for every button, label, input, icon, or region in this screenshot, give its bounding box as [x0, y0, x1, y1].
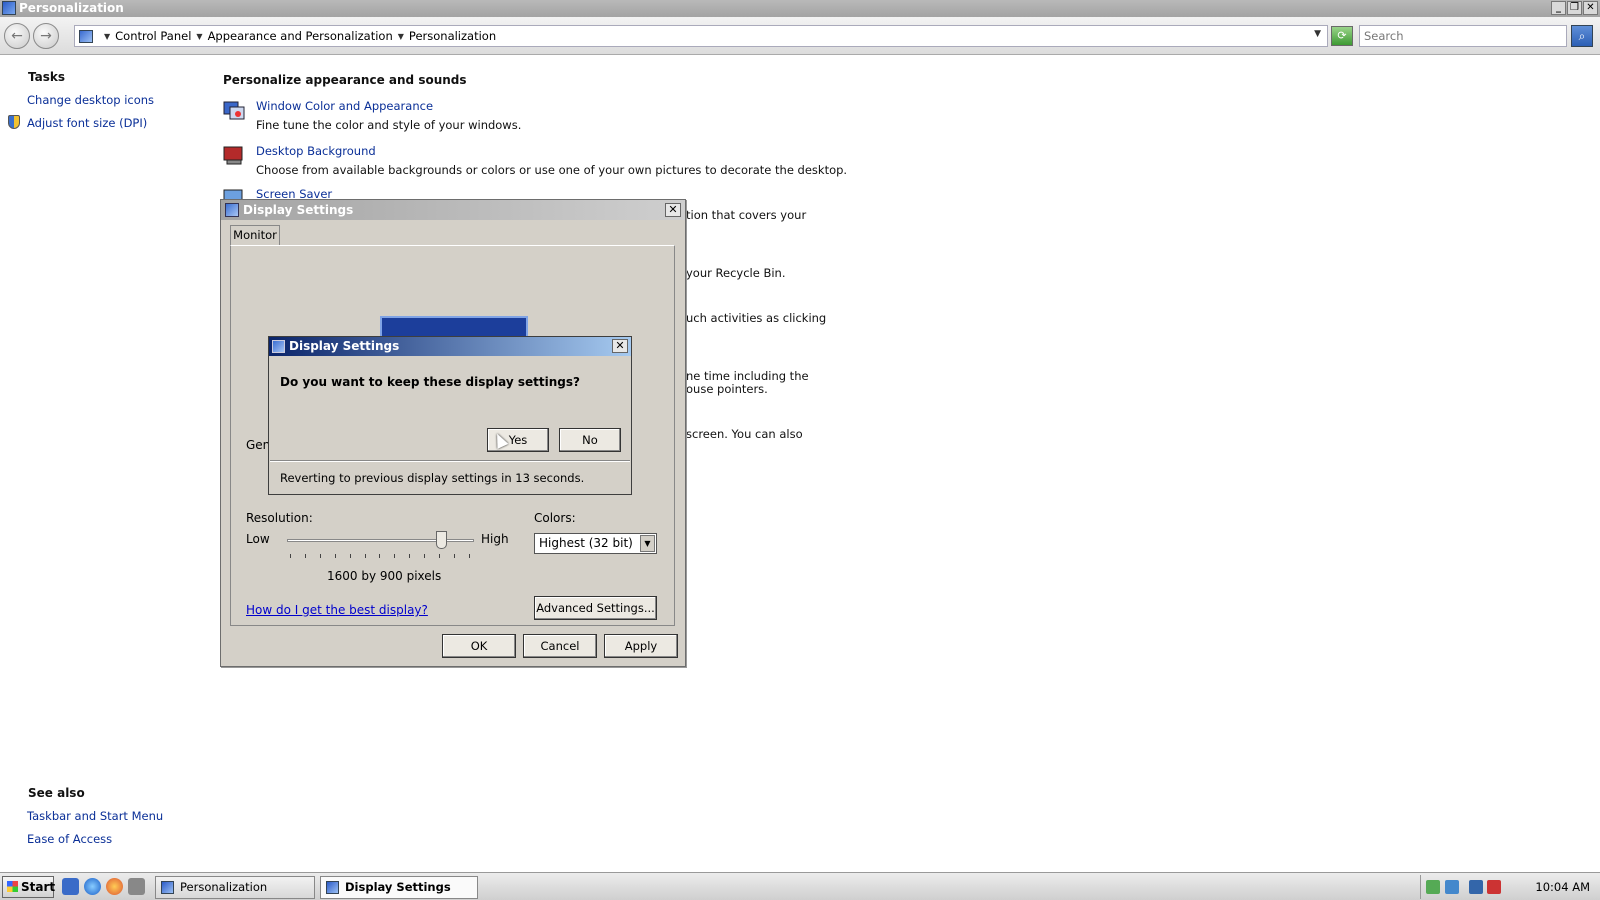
dialog-close-button[interactable]: ✕: [665, 203, 681, 217]
security-icon[interactable]: [1426, 880, 1440, 894]
change-desktop-icons-link[interactable]: Change desktop icons: [27, 93, 154, 107]
search-icon: ⌕: [1578, 29, 1586, 43]
partial-desc-3: uch activities as clicking: [686, 311, 827, 325]
control-panel-icon: [79, 29, 93, 43]
windows-logo-icon: [7, 881, 18, 892]
start-button[interactable]: Start: [2, 876, 56, 898]
network-icon[interactable]: [1445, 880, 1459, 894]
monitor-tray-icon[interactable]: [1469, 880, 1483, 894]
partial-desc-6: screen. You can also: [686, 427, 803, 441]
taskbar-item-display-settings[interactable]: Display Settings: [320, 876, 478, 899]
minimize-button[interactable]: _: [1551, 1, 1566, 15]
colors-select[interactable]: Highest (32 bit) ▼: [534, 533, 657, 554]
taskbar-item-personalization[interactable]: Personalization: [155, 876, 315, 899]
window-titlebar: Personalization _ ❐ ✕: [0, 0, 1600, 17]
forward-button[interactable]: →: [33, 23, 59, 49]
partial-desc-1: tion that covers your: [686, 208, 807, 222]
colors-selected-value: Highest (32 bit): [539, 536, 633, 550]
no-button[interactable]: No: [559, 428, 621, 452]
partial-desc-5: ouse pointers.: [686, 382, 768, 396]
chevron-down-icon[interactable]: ▼: [640, 535, 655, 552]
close-button[interactable]: ✕: [1583, 1, 1598, 15]
breadcrumb-control-panel[interactable]: Control Panel: [115, 29, 191, 43]
apply-button[interactable]: Apply: [604, 634, 678, 658]
confirm-titlebar: Display Settings ✕: [269, 337, 631, 356]
personalization-app-icon: [2, 1, 16, 15]
back-arrow-icon: ←: [11, 28, 23, 44]
chevron-down-icon[interactable]: ▼: [196, 32, 202, 41]
tasks-heading: Tasks: [28, 70, 66, 84]
display-settings-icon: [225, 203, 239, 217]
restore-button[interactable]: ❐: [1567, 1, 1582, 15]
clock[interactable]: 10:04 AM: [1535, 880, 1590, 894]
confirm-question: Do you want to keep these display settin…: [280, 375, 580, 389]
window-controls: _ ❐ ✕: [1551, 1, 1598, 15]
firefox-icon[interactable]: [106, 878, 123, 895]
partial-desc-2: your Recycle Bin.: [686, 266, 786, 280]
taskbar-item-label: Display Settings: [345, 880, 451, 894]
search-input[interactable]: Search: [1359, 25, 1567, 47]
desktop-background-icon: [223, 146, 243, 165]
resolution-slider-thumb[interactable]: [436, 531, 447, 549]
quick-launch-app-icon[interactable]: [128, 878, 145, 895]
divider: [270, 460, 630, 462]
breadcrumb-personalization[interactable]: Personalization: [409, 29, 496, 43]
chevron-down-icon[interactable]: ▼: [104, 32, 110, 41]
chevron-down-icon[interactable]: ▼: [398, 32, 404, 41]
confirm-close-button[interactable]: ✕: [612, 339, 628, 353]
see-also-heading: See also: [28, 786, 85, 800]
refresh-button[interactable]: ⟳: [1331, 26, 1353, 46]
dialog-titlebar: Display Settings ✕: [221, 200, 685, 220]
desktop-background-desc: Choose from available backgrounds or col…: [256, 163, 848, 177]
display-settings-icon: [326, 881, 339, 894]
volume-muted-icon[interactable]: [1487, 880, 1501, 894]
confirm-title: Display Settings: [289, 339, 400, 353]
system-tray: 10:04 AM: [1420, 875, 1600, 899]
tab-monitor[interactable]: Monitor: [230, 225, 280, 246]
search-button[interactable]: ⌕: [1571, 25, 1593, 47]
adjust-font-size-link[interactable]: Adjust font size (DPI): [27, 116, 147, 130]
colors-label: Colors:: [534, 511, 576, 525]
revert-countdown-text: Reverting to previous display settings i…: [280, 471, 585, 485]
partial-desc-4: ne time including the: [686, 369, 809, 383]
personalization-app-icon: [161, 881, 174, 894]
slider-ticks: [290, 554, 470, 560]
window-color-icon: [223, 101, 245, 120]
breadcrumb-appearance[interactable]: Appearance and Personalization: [208, 29, 393, 43]
resolution-high-label: High: [481, 532, 509, 546]
resolution-label: Resolution:: [246, 511, 313, 525]
address-bar: ← → ▼ Control Panel ▼ Appearance and Per…: [0, 17, 1600, 55]
resolution-low-label: Low: [246, 532, 270, 546]
window-color-desc: Fine tune the color and style of your wi…: [256, 118, 522, 132]
internet-explorer-icon[interactable]: [84, 878, 101, 895]
refresh-icon: ⟳: [1337, 29, 1347, 42]
taskbar-item-label: Personalization: [180, 880, 268, 894]
dialog-title: Display Settings: [243, 203, 354, 217]
breadcrumb[interactable]: ▼ Control Panel ▼ Appearance and Persona…: [74, 25, 1328, 47]
back-button[interactable]: ←: [4, 23, 30, 49]
taskbar: Start Personalization Display Settings 1…: [0, 872, 1600, 900]
page-title: Personalize appearance and sounds: [223, 73, 467, 87]
address-dropdown-icon[interactable]: ▼: [1314, 29, 1321, 39]
window-title: Personalization: [19, 1, 124, 15]
advanced-settings-button[interactable]: Advanced Settings...: [534, 596, 657, 620]
ease-of-access-link[interactable]: Ease of Access: [27, 832, 112, 846]
keep-settings-dialog: Display Settings ✕ Do you want to keep t…: [268, 336, 632, 495]
start-label: Start: [21, 880, 56, 894]
best-display-help-link[interactable]: How do I get the best display?: [246, 603, 428, 617]
uac-shield-icon: [8, 115, 20, 129]
taskbar-start-menu-link[interactable]: Taskbar and Start Menu: [27, 809, 163, 823]
desktop-background-link[interactable]: Desktop Background: [256, 144, 376, 158]
general-label-partial: Gen: [246, 438, 271, 452]
forward-arrow-icon: →: [40, 28, 52, 44]
display-settings-icon: [272, 340, 285, 353]
show-desktop-icon[interactable]: [62, 878, 79, 895]
resolution-value: 1600 by 900 pixels: [327, 569, 442, 583]
ok-button[interactable]: OK: [442, 634, 516, 658]
window-color-link[interactable]: Window Color and Appearance: [256, 99, 433, 113]
cancel-button[interactable]: Cancel: [523, 634, 597, 658]
